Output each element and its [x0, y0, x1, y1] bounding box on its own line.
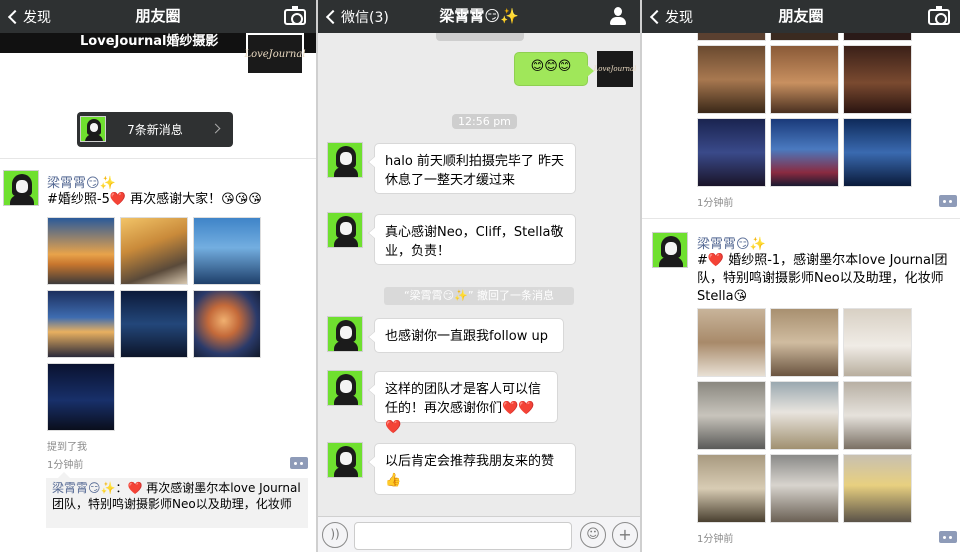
photo-thumbnail[interactable]	[770, 45, 839, 114]
profile-avatar[interactable]: LoveJournal	[244, 33, 306, 75]
timestamp-badge: 12:56 pm	[452, 114, 517, 129]
message-input[interactable]	[354, 522, 572, 550]
message-bubble[interactable]: 以后肯定会推荐我朋友来的赞👍	[368, 443, 576, 495]
comment-icon[interactable]	[939, 531, 957, 543]
screenshot-root: 发现 朋友圈 LoveJournal婚纱摄影 LoveJournal 7条新消息	[0, 0, 960, 552]
post-time: 1分钟前	[697, 198, 734, 209]
photo-thumbnail[interactable]	[770, 118, 839, 187]
photo-thumbnail[interactable]	[697, 118, 766, 187]
photo-thumbnail[interactable]	[697, 454, 766, 523]
contact-avatar[interactable]	[327, 142, 363, 178]
new-messages-button[interactable]: 7条新消息	[77, 112, 233, 147]
post-text: #❤️ 婚纱照-1，感谢墨尔本love Journal团队，特别鸣谢摄影师Neo…	[697, 253, 948, 304]
photo-thumbnail[interactable]	[843, 308, 912, 377]
photo-thumbnail[interactable]	[843, 381, 912, 450]
logo-text: LoveJournal	[593, 65, 637, 73]
chevron-right-icon	[210, 123, 221, 134]
photo-thumbnail[interactable]	[120, 290, 188, 358]
post-username[interactable]: 梁霄霄😏✨	[697, 233, 766, 252]
message-bubble[interactable]: halo 前天顺利拍摄完毕了 昨天休息了一整天才缓过来	[368, 143, 576, 194]
comment-icon[interactable]	[939, 195, 957, 207]
photo-thumbnail[interactable]	[697, 381, 766, 450]
photo-thumbnail[interactable]	[843, 118, 912, 187]
camera-icon	[928, 6, 950, 25]
comment-icon[interactable]	[290, 457, 308, 469]
camera-button[interactable]	[284, 6, 308, 26]
contact-avatar[interactable]	[327, 442, 363, 478]
photo-thumbnail[interactable]	[47, 290, 115, 358]
my-message-bubble[interactable]: 😊😊😊	[514, 52, 594, 86]
page-title: 朋友圈	[778, 7, 824, 25]
timestamp-badge	[436, 33, 524, 41]
post-time: 1分钟前	[697, 534, 734, 545]
post-time: 1分钟前	[47, 460, 84, 471]
photo-thumbnail[interactable]	[193, 290, 261, 358]
comment-list: 梁霄霄😏✨：❤️ 再次感谢墨尔本love Journal团队，特别鸣谢摄影师Ne…	[46, 472, 308, 528]
message-bubble[interactable]: 这样的团队才是客人可以信任的！再次感谢你们❤️❤️❤️	[368, 371, 558, 435]
new-messages-label: 7条新消息	[127, 123, 183, 137]
avatar[interactable]	[652, 232, 688, 268]
chat-panel: 微信(3) 梁霄霄😏✨ 😊😊😊 LoveJournal 12:56 pm hal…	[318, 0, 640, 552]
page-title: 朋友圈	[135, 7, 181, 25]
input-bar: )) ☺ +	[318, 516, 640, 552]
post-text: #婚纱照-5❤️ 再次感谢大家！😘😘😘	[47, 192, 262, 207]
comment-author[interactable]: 梁霄霄😏✨	[52, 481, 115, 495]
moments-panel-right: 发现 朋友圈 1分钟前 梁霄霄😏✨ #❤️ 婚纱照-1，感谢墨尔本love Jo…	[642, 0, 960, 552]
cover-text: LoveJournal婚纱摄影	[80, 34, 219, 49]
photo-thumbnail[interactable]	[697, 308, 766, 377]
photo-thumbnail[interactable]	[770, 454, 839, 523]
contact-avatar[interactable]	[327, 316, 363, 352]
notice-avatar	[80, 116, 106, 142]
chat-title: 梁霄霄😏✨	[439, 7, 519, 25]
photo-thumbnail[interactable]	[843, 454, 912, 523]
divider	[642, 218, 960, 219]
photo-thumbnail[interactable]	[47, 363, 115, 431]
photo-thumbnail[interactable]	[843, 45, 912, 114]
photo-thumbnail[interactable]	[193, 217, 261, 285]
contact-avatar[interactable]	[327, 212, 363, 248]
contact-info-button[interactable]	[608, 6, 632, 26]
mention-text: 提到了我	[47, 442, 87, 453]
logo-text: LoveJournal	[244, 48, 306, 60]
emoji-icon[interactable]: ☺	[580, 522, 606, 548]
nav-bar: 微信(3) 梁霄霄😏✨	[318, 0, 640, 33]
photo-thumbnail[interactable]	[770, 308, 839, 377]
photo-thumbnail[interactable]	[47, 217, 115, 285]
avatar[interactable]	[3, 170, 39, 206]
camera-icon	[284, 6, 306, 25]
my-avatar[interactable]: LoveJournal	[594, 51, 636, 87]
message-bubble[interactable]: 也感谢你一直跟我follow up	[368, 318, 564, 353]
divider	[0, 158, 316, 159]
message-bubble[interactable]: 真心感谢Neo，Cliff，Stella敬业，负责！	[368, 214, 576, 265]
moments-panel-left: 发现 朋友圈 LoveJournal婚纱摄影 LoveJournal 7条新消息	[0, 0, 316, 552]
photo-thumbnail[interactable]	[770, 381, 839, 450]
photo-thumbnail[interactable]	[697, 45, 766, 114]
nav-bar: 发现 朋友圈	[642, 0, 960, 33]
voice-icon[interactable]: ))	[322, 522, 348, 548]
contact-avatar[interactable]	[327, 370, 363, 406]
recall-notice: “梁霄霄😏✨” 撤回了一条消息	[384, 287, 574, 305]
post-username[interactable]: 梁霄霄😏✨	[47, 172, 116, 191]
camera-button[interactable]	[928, 6, 952, 26]
photo-thumbnail[interactable]	[120, 217, 188, 285]
nav-bar: 发现 朋友圈	[0, 0, 316, 33]
plus-icon[interactable]: +	[612, 522, 638, 548]
person-icon	[608, 6, 628, 26]
